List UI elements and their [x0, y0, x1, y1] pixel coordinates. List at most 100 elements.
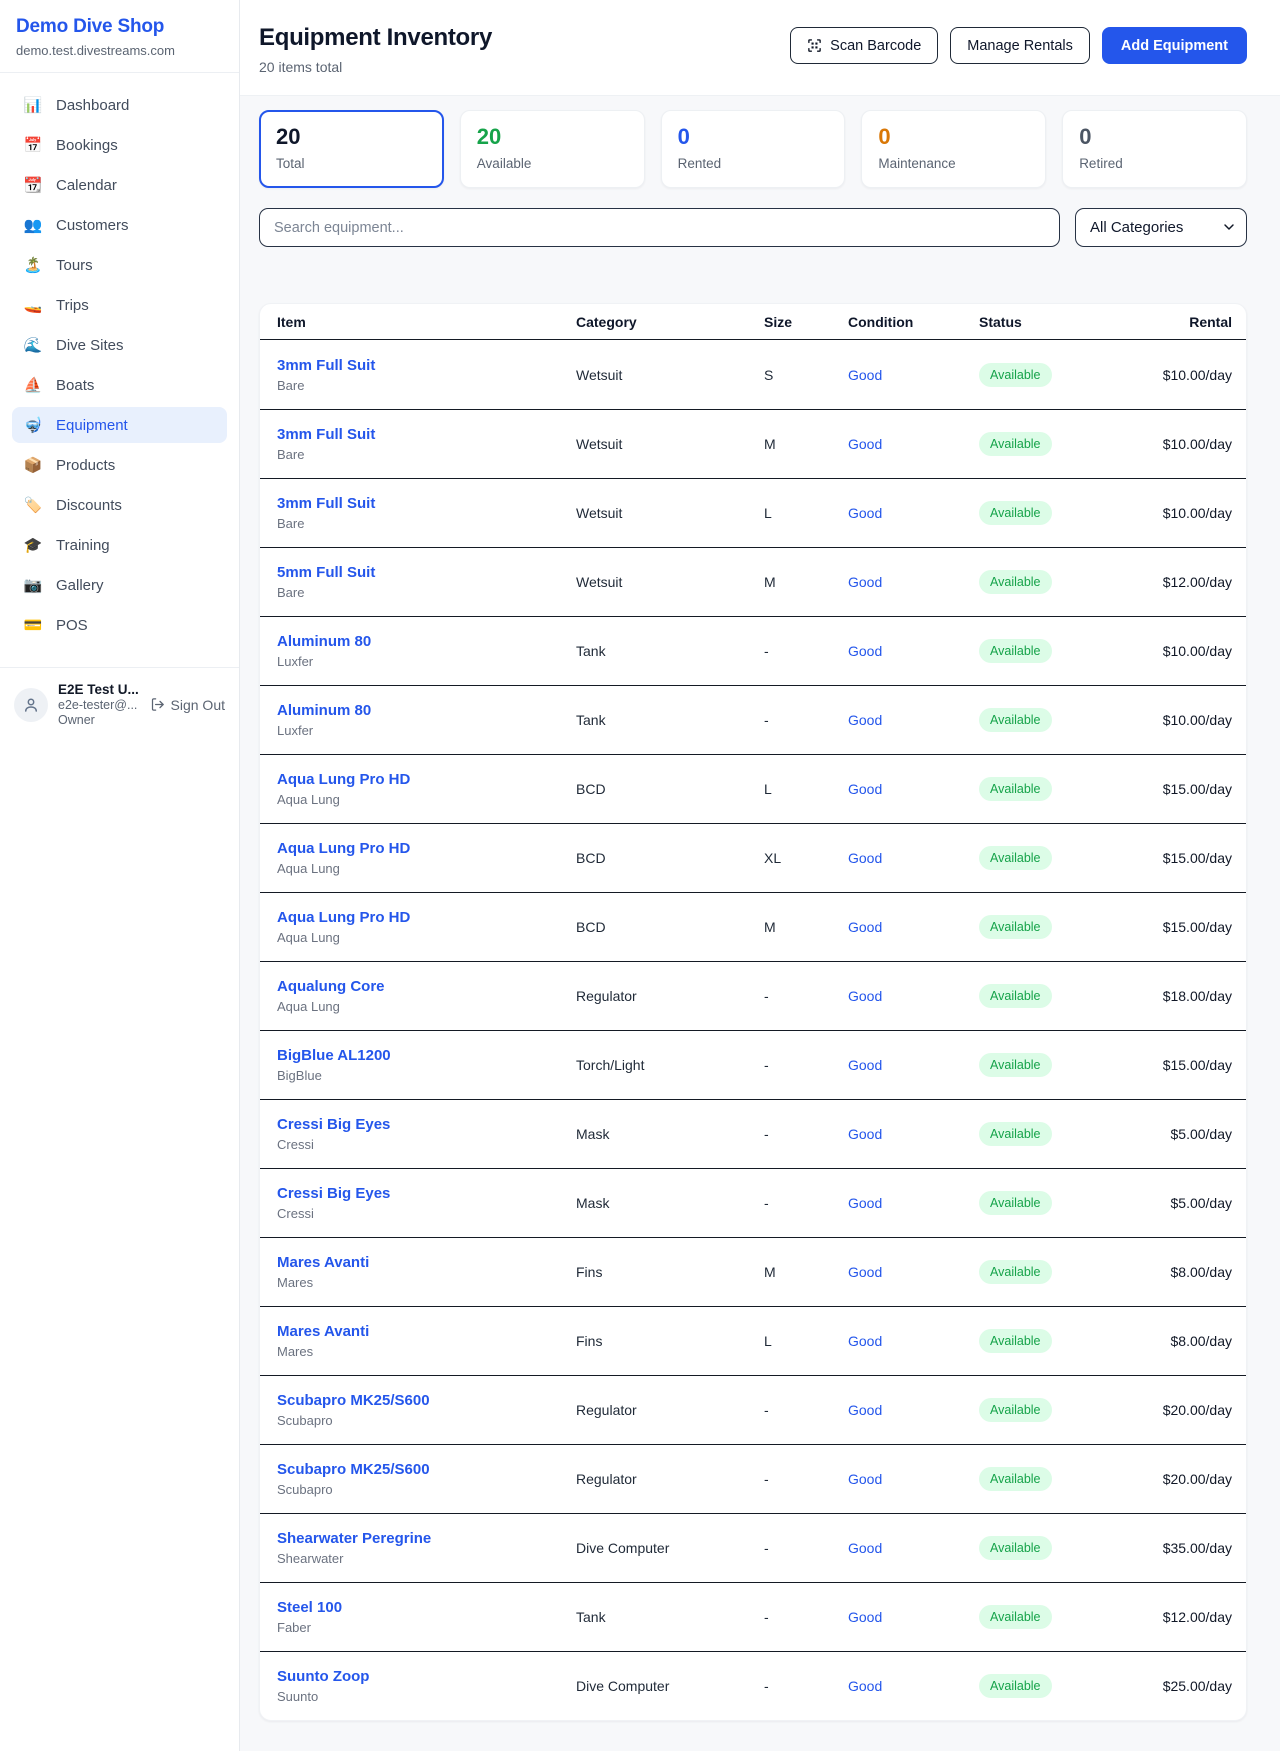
- table-row: 5mm Full Suit Bare Wetsuit M Good Availa…: [260, 547, 1246, 616]
- people-icon: 👥: [22, 216, 44, 234]
- item-name-link[interactable]: Aluminum 80: [277, 702, 576, 719]
- item-name-link[interactable]: Aqualung Core: [277, 978, 576, 995]
- sidebar-item[interactable]: 📦 Products: [12, 447, 227, 483]
- sidebar-item-label: Customers: [56, 217, 129, 234]
- status-badge: Available: [979, 1329, 1052, 1353]
- status-badge: Available: [979, 1191, 1052, 1215]
- add-equipment-label: Add Equipment: [1121, 38, 1228, 54]
- item-name-link[interactable]: Mares Avanti: [277, 1323, 576, 1340]
- item-condition-link[interactable]: Good: [848, 1540, 979, 1556]
- item-name-link[interactable]: Scubapro MK25/S600: [277, 1392, 576, 1409]
- item-condition-link[interactable]: Good: [848, 1471, 979, 1487]
- table-row: Aqua Lung Pro HD Aqua Lung BCD XL Good A…: [260, 823, 1246, 892]
- item-condition-link[interactable]: Good: [848, 505, 979, 521]
- stat-card[interactable]: 20 Available: [460, 110, 645, 188]
- item-name-link[interactable]: 3mm Full Suit: [277, 426, 576, 443]
- item-name-link[interactable]: Aluminum 80: [277, 633, 576, 650]
- sign-out-button[interactable]: Sign Out: [150, 697, 225, 713]
- status-badge: Available: [979, 1674, 1052, 1698]
- page-header: Equipment Inventory 20 items total Scan …: [240, 0, 1280, 96]
- item-condition-link[interactable]: Good: [848, 850, 979, 866]
- item-name-link[interactable]: Aqua Lung Pro HD: [277, 771, 576, 788]
- stat-card[interactable]: 0 Retired: [1062, 110, 1247, 188]
- manage-rentals-button[interactable]: Manage Rentals: [950, 27, 1090, 64]
- add-equipment-button[interactable]: Add Equipment: [1102, 27, 1247, 64]
- status-badge: Available: [979, 432, 1052, 456]
- logout-icon: [150, 697, 165, 712]
- item-condition-link[interactable]: Good: [848, 436, 979, 452]
- item-name-link[interactable]: 5mm Full Suit: [277, 564, 576, 581]
- item-rental-rate: $8.00/day: [1139, 1333, 1232, 1349]
- table-row: Mares Avanti Mares Fins L Good Available…: [260, 1306, 1246, 1375]
- sidebar-item[interactable]: 🏝️ Tours: [12, 247, 227, 283]
- sidebar-item[interactable]: 📊 Dashboard: [12, 87, 227, 123]
- sidebar-item[interactable]: 📅 Bookings: [12, 127, 227, 163]
- speedboat-icon: 🚤: [22, 296, 44, 314]
- item-condition-link[interactable]: Good: [848, 1333, 979, 1349]
- item-condition-link[interactable]: Good: [848, 574, 979, 590]
- stats-row: 20 Total 20 Available 0 Rented 0 Mainten…: [259, 110, 1247, 188]
- item-name-link[interactable]: Mares Avanti: [277, 1254, 576, 1271]
- sidebar-item[interactable]: 🚤 Trips: [12, 287, 227, 323]
- sidebar-item[interactable]: 🌊 Dive Sites: [12, 327, 227, 363]
- category-filter[interactable]: All Categories: [1075, 208, 1247, 247]
- item-size: M: [764, 919, 848, 935]
- table-row: Aqua Lung Pro HD Aqua Lung BCD M Good Av…: [260, 892, 1246, 961]
- item-condition-link[interactable]: Good: [848, 1195, 979, 1211]
- item-name-link[interactable]: 3mm Full Suit: [277, 357, 576, 374]
- brand-name[interactable]: Demo Dive Shop: [16, 16, 223, 38]
- table-row: Cressi Big Eyes Cressi Mask - Good Avail…: [260, 1099, 1246, 1168]
- item-name-link[interactable]: Suunto Zoop: [277, 1668, 576, 1685]
- user-box: E2E Test U... e2e-tester@... Owner Sign …: [0, 667, 239, 741]
- sidebar-item[interactable]: 🏷️ Discounts: [12, 487, 227, 523]
- sidebar-item[interactable]: 📆 Calendar: [12, 167, 227, 203]
- stat-card[interactable]: 20 Total: [259, 110, 444, 188]
- item-category: Tank: [576, 643, 764, 659]
- item-name-link[interactable]: Cressi Big Eyes: [277, 1116, 576, 1133]
- item-name-link[interactable]: Cressi Big Eyes: [277, 1185, 576, 1202]
- item-brand: Scubapro: [277, 1413, 576, 1428]
- item-name-link[interactable]: Aqua Lung Pro HD: [277, 909, 576, 926]
- scan-barcode-button[interactable]: Scan Barcode: [790, 27, 938, 64]
- item-condition-link[interactable]: Good: [848, 367, 979, 383]
- item-category: BCD: [576, 919, 764, 935]
- table-row: Aluminum 80 Luxfer Tank - Good Available…: [260, 616, 1246, 685]
- item-condition-link[interactable]: Good: [848, 712, 979, 728]
- item-size: -: [764, 712, 848, 728]
- item-condition-link[interactable]: Good: [848, 988, 979, 1004]
- status-badge: Available: [979, 1467, 1052, 1491]
- stat-card[interactable]: 0 Rented: [661, 110, 846, 188]
- main-area: Equipment Inventory 20 items total Scan …: [240, 0, 1280, 1751]
- sidebar-item-label: Dashboard: [56, 97, 129, 114]
- item-name-link[interactable]: 3mm Full Suit: [277, 495, 576, 512]
- item-brand: Bare: [277, 585, 576, 600]
- item-condition-link[interactable]: Good: [848, 643, 979, 659]
- item-condition-link[interactable]: Good: [848, 1264, 979, 1280]
- item-name-link[interactable]: Scubapro MK25/S600: [277, 1461, 576, 1478]
- item-name-link[interactable]: Steel 100: [277, 1599, 576, 1616]
- item-name-link[interactable]: BigBlue AL1200: [277, 1047, 576, 1064]
- item-category: BCD: [576, 850, 764, 866]
- item-condition-link[interactable]: Good: [848, 1678, 979, 1694]
- item-category: Mask: [576, 1126, 764, 1142]
- item-category: Regulator: [576, 1402, 764, 1418]
- item-condition-link[interactable]: Good: [848, 1609, 979, 1625]
- sidebar-item[interactable]: 🎓 Training: [12, 527, 227, 563]
- sidebar-item[interactable]: ⛵ Boats: [12, 367, 227, 403]
- sidebar-item[interactable]: 💳 POS: [12, 607, 227, 643]
- sidebar-item[interactable]: 🤿 Equipment: [12, 407, 227, 443]
- user-role: Owner: [58, 713, 140, 727]
- sidebar-item[interactable]: 📷 Gallery: [12, 567, 227, 603]
- item-name-link[interactable]: Shearwater Peregrine: [277, 1530, 576, 1547]
- stat-card[interactable]: 0 Maintenance: [861, 110, 1046, 188]
- item-condition-link[interactable]: Good: [848, 1402, 979, 1418]
- item-size: -: [764, 1195, 848, 1211]
- item-condition-link[interactable]: Good: [848, 919, 979, 935]
- item-condition-link[interactable]: Good: [848, 1126, 979, 1142]
- item-name-link[interactable]: Aqua Lung Pro HD: [277, 840, 576, 857]
- search-input[interactable]: [259, 208, 1060, 247]
- sidebar-item[interactable]: 👥 Customers: [12, 207, 227, 243]
- item-condition-link[interactable]: Good: [848, 1057, 979, 1073]
- item-brand: Cressi: [277, 1206, 576, 1221]
- item-condition-link[interactable]: Good: [848, 781, 979, 797]
